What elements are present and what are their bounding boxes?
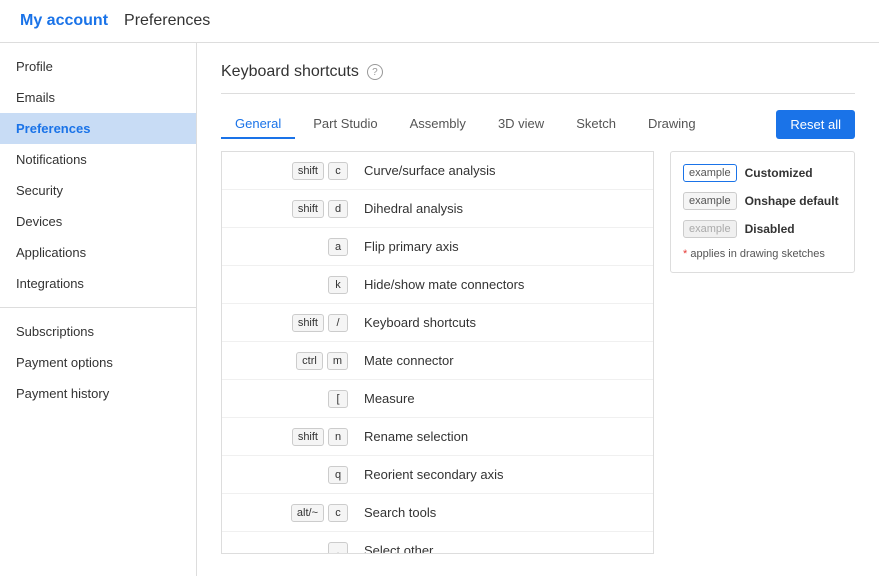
shortcut-name: Dihedral analysis: [364, 201, 463, 216]
keys-area: ctrlm: [238, 352, 348, 370]
key-badge: shift: [292, 428, 324, 446]
tab-part-studio[interactable]: Part Studio: [299, 110, 391, 139]
sidebar-item-subscriptions[interactable]: Subscriptions: [0, 316, 196, 347]
tab-assembly[interactable]: Assembly: [396, 110, 480, 139]
shortcut-row: shift/Keyboard shortcuts: [222, 304, 653, 342]
shortcut-row: q Reorient secondary axis: [222, 456, 653, 494]
legend-label-customized: Customized: [745, 166, 813, 180]
sidebar: ProfileEmailsPreferencesNotificationsSec…: [0, 43, 197, 576]
legend-box: example Customized example Onshape defau…: [670, 151, 855, 273]
sidebar-item-security[interactable]: Security: [0, 175, 196, 206]
keys-area: q: [238, 466, 348, 484]
shortcut-name: Select other: [364, 543, 433, 554]
shortcut-row: a Flip primary axis: [222, 228, 653, 266]
keys-area: shiftc: [238, 162, 348, 180]
legend-label-default: Onshape default: [745, 194, 839, 208]
shortcut-row: shiftc Curve/surface analysis: [222, 152, 653, 190]
shortcut-row: shiftd Dihedral analysis: [222, 190, 653, 228]
sidebar-item-integrations[interactable]: Integrations: [0, 268, 196, 299]
key-badge: d: [328, 200, 348, 218]
legend-item-default: example Onshape default: [683, 192, 842, 210]
key-badge: shift: [292, 200, 324, 218]
content-area: shiftcCurve/surface analysisshiftdDihedr…: [221, 151, 855, 554]
key-badge: a: [328, 238, 348, 256]
legend-note: * applies in drawing sketches: [683, 248, 842, 260]
key-badge: n: [328, 428, 348, 446]
key-badge: ctrl: [296, 352, 323, 370]
key-badge: [: [328, 390, 348, 408]
key-badge: k: [328, 276, 348, 294]
section-title: Keyboard shortcuts: [221, 63, 359, 81]
sidebar-item-profile[interactable]: Profile: [0, 51, 196, 82]
tab-sketch[interactable]: Sketch: [562, 110, 630, 139]
tab-drawing[interactable]: Drawing: [634, 110, 710, 139]
section-header: Keyboard shortcuts ?: [221, 63, 855, 94]
keys-area: shift/: [238, 314, 348, 332]
legend-label-disabled: Disabled: [745, 222, 795, 236]
sidebar-divider: [0, 307, 196, 308]
shortcut-name: Measure: [364, 391, 415, 406]
legend-note-text: applies in drawing sketches: [690, 248, 825, 260]
legend-item-customized: example Customized: [683, 164, 842, 182]
key-badge: .: [328, 542, 348, 555]
legend-key-customized: example: [683, 164, 737, 182]
keys-area: k: [238, 276, 348, 294]
tab-3d-view[interactable]: 3D view: [484, 110, 558, 139]
keys-area: [: [238, 390, 348, 408]
key-badge: m: [327, 352, 348, 370]
keys-area: .: [238, 542, 348, 555]
legend-key-default: example: [683, 192, 737, 210]
key-badge: /: [328, 314, 348, 332]
help-icon[interactable]: ?: [367, 64, 383, 80]
key-badge: alt/~: [291, 504, 324, 522]
shortcut-name: Curve/surface analysis: [364, 163, 496, 178]
tab-general[interactable]: General: [221, 110, 295, 139]
key-badge: c: [328, 162, 348, 180]
shortcut-row: alt/~c Search tools: [222, 494, 653, 532]
shortcut-name: Mate connector: [364, 353, 454, 368]
breadcrumb-page-title: Preferences: [124, 12, 210, 30]
shortcut-row: . Select other: [222, 532, 653, 554]
main-content: Keyboard shortcuts ? GeneralPart StudioA…: [197, 43, 879, 576]
sidebar-item-notifications[interactable]: Notifications: [0, 144, 196, 175]
shortcut-row: k Hide/show mate connectors: [222, 266, 653, 304]
keys-area: alt/~c: [238, 504, 348, 522]
sidebar-item-preferences[interactable]: Preferences: [0, 113, 196, 144]
shortcut-row: shiftn Rename selection: [222, 418, 653, 456]
sidebar-item-devices[interactable]: Devices: [0, 206, 196, 237]
sidebar-item-applications[interactable]: Applications: [0, 237, 196, 268]
tabs-row: GeneralPart StudioAssembly3D viewSketchD…: [221, 110, 855, 139]
keys-area: shiftd: [238, 200, 348, 218]
reset-all-button[interactable]: Reset all: [776, 110, 855, 139]
shortcut-name: Keyboard shortcuts: [364, 315, 476, 330]
keys-area: a: [238, 238, 348, 256]
shortcut-name: Search tools: [364, 505, 436, 520]
shortcut-row: [ Measure: [222, 380, 653, 418]
key-badge: shift: [292, 162, 324, 180]
key-badge: shift: [292, 314, 324, 332]
sidebar-item-payment-options[interactable]: Payment options: [0, 347, 196, 378]
my-account-link[interactable]: My account: [20, 12, 108, 30]
shortcut-name: Hide/show mate connectors: [364, 277, 524, 292]
key-badge: q: [328, 466, 348, 484]
shortcut-name: Reorient secondary axis: [364, 467, 503, 482]
shortcut-row: ctrlm Mate connector: [222, 342, 653, 380]
top-header: My account Preferences: [0, 0, 879, 43]
keys-area: shiftn: [238, 428, 348, 446]
shortcut-name: Flip primary axis: [364, 239, 459, 254]
key-badge: c: [328, 504, 348, 522]
legend-key-disabled: example: [683, 220, 737, 238]
shortcuts-list[interactable]: shiftcCurve/surface analysisshiftdDihedr…: [221, 151, 654, 554]
legend-item-disabled: example Disabled: [683, 220, 842, 238]
shortcut-name: Rename selection: [364, 429, 468, 444]
sidebar-item-emails[interactable]: Emails: [0, 82, 196, 113]
main-layout: ProfileEmailsPreferencesNotificationsSec…: [0, 43, 879, 576]
sidebar-item-payment-history[interactable]: Payment history: [0, 378, 196, 409]
